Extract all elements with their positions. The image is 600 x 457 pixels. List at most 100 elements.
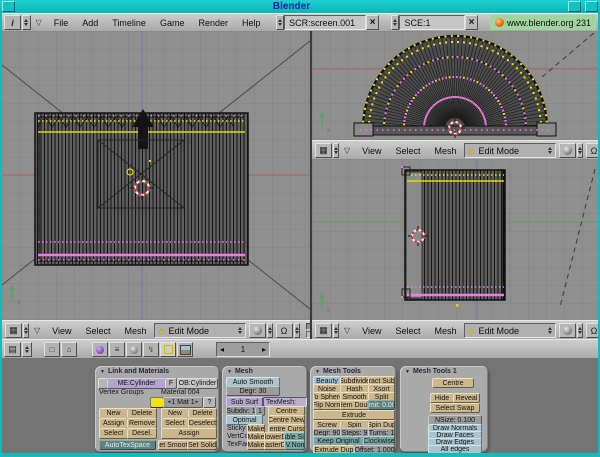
menu-view[interactable]: View xyxy=(355,146,388,156)
menu-help[interactable]: Help xyxy=(235,18,268,28)
menu-game[interactable]: Game xyxy=(153,18,192,28)
texface-make-button[interactable]: Make xyxy=(247,440,265,450)
home-icon[interactable]: ⌂ xyxy=(61,342,77,357)
flip-normals-button[interactable]: Flip Norm xyxy=(313,400,341,410)
window-type-3d-icon[interactable]: ▦ xyxy=(315,323,332,338)
viewport-front[interactable]: x xyxy=(2,31,310,320)
editmode-icon: ▲ xyxy=(468,146,476,155)
collapse-triangle-icon[interactable]: ▼ xyxy=(315,369,320,375)
editing-context-icon[interactable] xyxy=(160,342,176,357)
menu-select[interactable]: Select xyxy=(389,146,428,156)
help-button[interactable]: ? xyxy=(203,397,216,408)
panel-title: Mesh Tools 1 xyxy=(413,368,457,375)
collapse-menu-icon[interactable]: ▽ xyxy=(29,326,45,335)
mode-select[interactable]: ▲ Edit Mode xyxy=(464,323,556,338)
scene-browse-spinner[interactable] xyxy=(391,15,400,30)
set-solid-button[interactable]: Set Solid xyxy=(187,440,217,450)
menu-timeline[interactable]: Timeline xyxy=(105,18,153,28)
mesh-name-field[interactable]: ME:Cylinder xyxy=(107,378,166,389)
material-index-spinner[interactable]: ◂ 1 Mat 1 ▸ xyxy=(163,397,203,408)
screen-name-field[interactable]: SCR:screen.001 xyxy=(284,15,366,30)
draw-type-icon[interactable] xyxy=(559,143,576,158)
object-name-field[interactable]: OB:Cylinder xyxy=(177,378,218,389)
menu-select[interactable]: Select xyxy=(389,326,428,336)
mode-select[interactable]: ▲ Edit Mode xyxy=(464,143,556,158)
menu-view[interactable]: View xyxy=(45,326,78,336)
collapse-menu-icon[interactable]: ▽ xyxy=(339,146,355,155)
info-window-type-icon[interactable]: i xyxy=(4,15,21,30)
window-type-buttons-icon[interactable]: ▤ xyxy=(4,342,21,357)
window-type-spinner[interactable] xyxy=(22,342,32,357)
window-type-spinner[interactable] xyxy=(22,15,31,30)
draw-type-icon[interactable] xyxy=(559,323,576,338)
collapse-menu-icon[interactable]: ▽ xyxy=(31,18,47,27)
collapse-menu-icon[interactable]: ▽ xyxy=(339,326,355,335)
main-menubar: i ▽ File Add Timeline Game Render Help S… xyxy=(0,13,600,32)
viewport-splitter[interactable] xyxy=(310,31,312,339)
viewport-bottom-right[interactable]: x xyxy=(312,159,598,320)
material-color-swatch[interactable] xyxy=(150,397,164,408)
screen-browse-spinner[interactable] xyxy=(276,15,285,30)
script-context-icon[interactable]: ≡ xyxy=(109,342,125,357)
pivot-icon[interactable]: Ω xyxy=(586,143,598,158)
mode-select[interactable]: ▲ Edit Mode xyxy=(154,323,246,338)
frame-left-icon[interactable]: ◂ xyxy=(220,345,224,354)
menu-file[interactable]: File xyxy=(47,18,76,28)
draw-type-spinner[interactable] xyxy=(577,323,583,338)
menu-add[interactable]: Add xyxy=(75,18,105,28)
fan-mesh-front[interactable] xyxy=(35,109,248,265)
menu-view[interactable]: View xyxy=(355,326,388,336)
set-smooth-button[interactable]: Set Smooth xyxy=(158,440,188,450)
degr-spinner[interactable]: Degr: 30 xyxy=(226,386,280,396)
extrude-button[interactable]: Extrude xyxy=(313,410,395,420)
viewport-top-right[interactable]: x xyxy=(312,31,598,140)
draw-type-spinner[interactable] xyxy=(577,143,583,158)
fan-mesh-side[interactable] xyxy=(401,166,505,307)
scene-delete-icon[interactable]: × xyxy=(465,15,478,30)
faster-draw-button[interactable]: FasterDr xyxy=(264,440,285,450)
menu-mesh[interactable]: Mesh xyxy=(118,326,154,336)
draw-type-icon[interactable] xyxy=(249,323,266,338)
reveal-button[interactable]: Reveal xyxy=(453,393,480,403)
menu-mesh[interactable]: Mesh xyxy=(428,146,464,156)
maximize-button[interactable] xyxy=(585,1,598,12)
no-vnormal-flip-toggle[interactable]: No V.Normal xyxy=(284,440,305,450)
frame-number-field[interactable]: ◂ 1 ▸ xyxy=(216,342,270,357)
rem-doubles-button[interactable]: Rem Doub xyxy=(340,400,369,410)
panel-alignment-icon[interactable]: □ xyxy=(44,342,60,357)
window-menu-button[interactable] xyxy=(2,1,15,12)
material-label: Material 004 xyxy=(161,389,200,396)
screen-delete-icon[interactable]: × xyxy=(366,15,379,30)
object-context-icon[interactable]: ↯ xyxy=(143,342,159,357)
logic-context-icon[interactable] xyxy=(92,342,108,357)
collapse-triangle-icon[interactable]: ▼ xyxy=(227,369,232,375)
vgroup-select-button[interactable]: Select xyxy=(99,428,128,439)
hide-button[interactable]: Hide xyxy=(430,393,454,403)
window-titlebar[interactable]: Blender xyxy=(0,0,600,14)
viewport-header-left: ▦ ▽ View Select Mesh ▲ Edit Mode Ω xyxy=(2,320,310,341)
layer-buttons[interactable] xyxy=(306,323,310,338)
limit-spinner[interactable]: Limit: 0.001 xyxy=(368,400,395,410)
pivot-icon[interactable]: Ω xyxy=(276,323,293,338)
collapse-triangle-icon[interactable]: ▼ xyxy=(100,369,105,375)
shading-context-icon[interactable] xyxy=(126,342,142,357)
scene-name-field[interactable]: SCE:1 xyxy=(399,15,465,30)
menu-render[interactable]: Render xyxy=(191,18,235,28)
fake-user-button[interactable]: F xyxy=(165,378,177,389)
window-type-3d-icon[interactable]: ▦ xyxy=(5,323,22,338)
pivot-icon[interactable]: Ω xyxy=(586,323,598,338)
frame-right-icon[interactable]: ▸ xyxy=(262,345,266,354)
window-type-3d-icon[interactable]: ▦ xyxy=(315,143,332,158)
pivot-spinner[interactable] xyxy=(294,323,300,338)
minimize-button[interactable] xyxy=(568,1,581,12)
select-swap-button[interactable]: Select Swap xyxy=(430,403,480,413)
centre-button[interactable]: Centre xyxy=(432,378,474,388)
menu-select[interactable]: Select xyxy=(79,326,118,336)
collapse-triangle-icon[interactable]: ▼ xyxy=(405,369,410,375)
draw-type-spinner[interactable] xyxy=(267,323,273,338)
autotexspace-toggle[interactable]: AutoTexSpace xyxy=(99,440,156,450)
vgroup-deselect-button[interactable]: Desel. xyxy=(127,428,157,439)
scene-context-icon[interactable] xyxy=(177,342,193,357)
material-assign-button[interactable]: Assign xyxy=(161,428,217,439)
menu-mesh[interactable]: Mesh xyxy=(428,326,464,336)
